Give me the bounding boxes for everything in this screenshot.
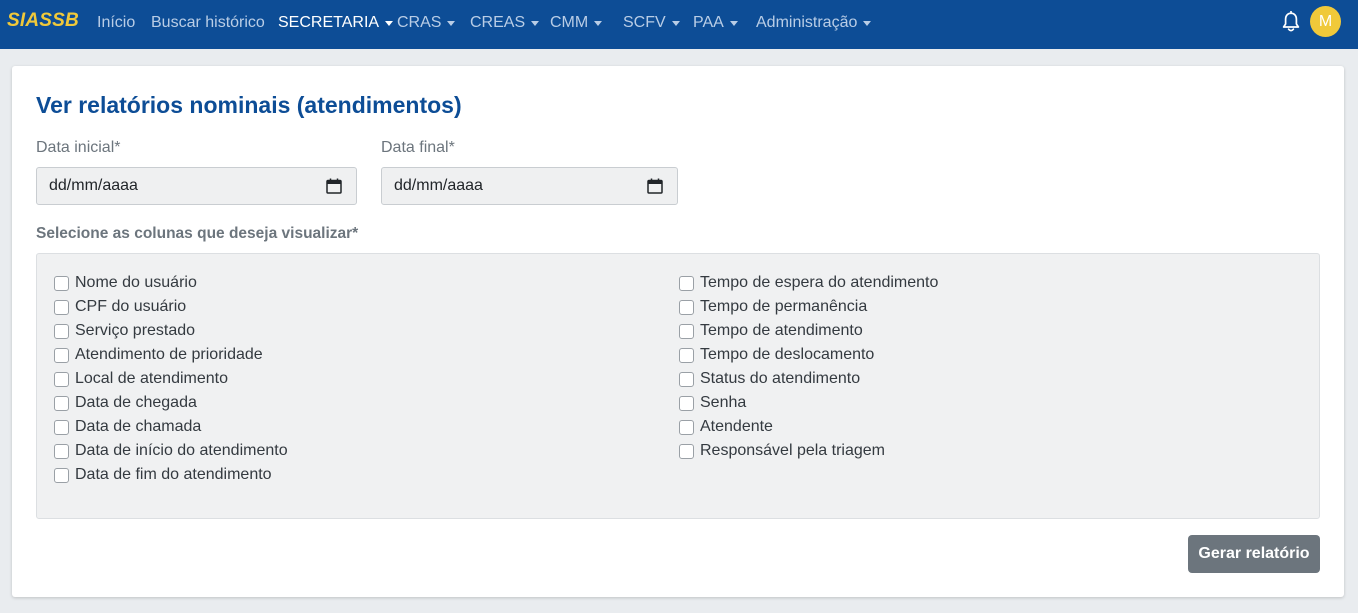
- bell-icon[interactable]: [1281, 11, 1301, 33]
- nav-item-label: CREAS: [470, 14, 526, 31]
- nav-item-scfv[interactable]: SCFV: [623, 12, 680, 34]
- checkbox-square[interactable]: [679, 371, 694, 387]
- checkbox-label: Tempo de espera do atendimento: [700, 274, 939, 291]
- nav-item-inicio[interactable]: Início: [97, 12, 135, 34]
- checkbox-atendente[interactable]: Atendente: [679, 417, 773, 437]
- nav-item-label: CRAS: [397, 14, 442, 31]
- checkbox-data-de-chegada[interactable]: Data de chegada: [54, 393, 197, 413]
- checkbox-label: Data de fim do atendimento: [75, 466, 272, 483]
- checkbox-tempo-de-espera-do-atendimento[interactable]: Tempo de espera do atendimento: [679, 273, 938, 293]
- start-date-placeholder: dd/mm/aaaa: [49, 177, 138, 194]
- start-date-input[interactable]: dd/mm/aaaa: [36, 167, 357, 205]
- page-title: Ver relatórios nominais (atendimentos): [36, 92, 462, 118]
- dropdown-caret-icon: [671, 21, 680, 26]
- checkbox-square[interactable]: [679, 419, 694, 435]
- checkbox-square[interactable]: [54, 371, 69, 387]
- checkbox-label: Data de início do atendimento: [75, 442, 288, 459]
- checkbox-square[interactable]: [679, 323, 694, 339]
- checkbox-data-de-inicio-do-atendimento[interactable]: Data de início do atendimento: [54, 441, 288, 461]
- checkbox-square[interactable]: [54, 347, 69, 363]
- checkbox-label: Status do atendimento: [700, 370, 861, 387]
- checkbox-square[interactable]: [54, 299, 69, 315]
- dropdown-caret-icon: [594, 21, 603, 26]
- checkbox-label: Local de atendimento: [75, 370, 228, 387]
- checkbox-square[interactable]: [54, 467, 69, 483]
- checkbox-label: Nome do usuário: [75, 274, 197, 291]
- end-date-input[interactable]: dd/mm/aaaa: [381, 167, 678, 205]
- nav-item-label: Início: [97, 14, 136, 31]
- avatar-initial: M: [1318, 12, 1333, 30]
- top-navbar: SIASSB Início Buscar histórico SECRETARI…: [0, 0, 1358, 49]
- checkbox-atendimento-de-prioridade[interactable]: Atendimento de prioridade: [54, 345, 263, 365]
- checkbox-nome-do-usuario[interactable]: Nome do usuário: [54, 273, 197, 293]
- dropdown-caret-icon: [729, 21, 738, 26]
- checkbox-label: Serviço prestado: [75, 322, 196, 339]
- end-date-placeholder: dd/mm/aaaa: [394, 177, 483, 194]
- checkbox-tempo-de-atendimento[interactable]: Tempo de atendimento: [679, 321, 863, 341]
- calendar-icon[interactable]: [647, 178, 663, 194]
- nav-item-cmm[interactable]: CMM: [550, 12, 603, 34]
- checkbox-label: Tempo de permanência: [700, 298, 868, 315]
- nav-item-paa[interactable]: PAA: [693, 12, 738, 34]
- checkbox-square[interactable]: [679, 395, 694, 411]
- nav-item-cras[interactable]: CRAS: [397, 12, 456, 34]
- checkbox-square[interactable]: [54, 395, 69, 411]
- checkbox-tempo-de-permanencia[interactable]: Tempo de permanência: [679, 297, 867, 317]
- checkbox-data-de-fim-do-atendimento[interactable]: Data de fim do atendimento: [54, 465, 272, 485]
- checkbox-label: CPF do usuário: [75, 298, 187, 315]
- nav-item-label: Administração: [756, 14, 858, 31]
- dropdown-caret-icon: [531, 21, 540, 26]
- checkbox-label: Atendente: [700, 418, 773, 435]
- checkbox-square[interactable]: [679, 443, 694, 459]
- nav-item-label: PAA: [693, 14, 724, 31]
- checkbox-label: Senha: [700, 394, 747, 411]
- dropdown-caret-icon: [863, 21, 872, 26]
- nav-item-buscar-historico[interactable]: Buscar histórico: [151, 12, 265, 34]
- checkbox-tempo-de-deslocamento[interactable]: Tempo de deslocamento: [679, 345, 874, 365]
- nav-item-label: SCFV: [623, 14, 666, 31]
- checkbox-servico-prestado[interactable]: Serviço prestado: [54, 321, 195, 341]
- checkbox-local-de-atendimento[interactable]: Local de atendimento: [54, 369, 228, 389]
- brand-logo[interactable]: SIASSB: [7, 10, 79, 32]
- report-card: Ver relatórios nominais (atendimentos) D…: [12, 66, 1344, 597]
- checkbox-square[interactable]: [679, 275, 694, 291]
- checkbox-square[interactable]: [54, 323, 69, 339]
- checkbox-square[interactable]: [679, 299, 694, 315]
- nav-item-label: Buscar histórico: [151, 14, 265, 31]
- checkbox-square[interactable]: [54, 419, 69, 435]
- nav-item-label: CMM: [550, 14, 589, 31]
- columns-checkbox-group: Nome do usuário CPF do usuário Serviço p…: [36, 253, 1320, 519]
- dropdown-caret-icon: [385, 21, 394, 26]
- user-avatar[interactable]: M: [1310, 6, 1341, 37]
- calendar-icon[interactable]: [326, 178, 342, 194]
- end-date-label: Data final*: [381, 139, 455, 156]
- checkbox-senha[interactable]: Senha: [679, 393, 746, 413]
- checkbox-data-de-chamada[interactable]: Data de chamada: [54, 417, 201, 437]
- generate-report-button[interactable]: Gerar relatório: [1188, 535, 1320, 573]
- checkbox-label: Responsável pela triagem: [700, 442, 885, 459]
- checkbox-label: Tempo de atendimento: [700, 322, 863, 339]
- checkbox-status-do-atendimento[interactable]: Status do atendimento: [679, 369, 860, 389]
- nav-item-administracao[interactable]: Administração: [756, 12, 872, 34]
- nav-item-label: SECRETARIA: [278, 14, 380, 31]
- checkbox-responsavel-pela-triagem[interactable]: Responsável pela triagem: [679, 441, 885, 461]
- checkbox-cpf-do-usuario[interactable]: CPF do usuário: [54, 297, 186, 317]
- dropdown-caret-icon: [447, 21, 456, 26]
- checkbox-label: Atendimento de prioridade: [75, 346, 263, 363]
- checkbox-label: Data de chegada: [75, 394, 197, 411]
- checkbox-square[interactable]: [54, 443, 69, 459]
- checkbox-label: Tempo de deslocamento: [700, 346, 875, 363]
- checkbox-square[interactable]: [54, 275, 69, 291]
- columns-section-label: Selecione as colunas que deseja visualiz…: [36, 225, 359, 242]
- nav-item-creas[interactable]: CREAS: [470, 12, 540, 34]
- checkbox-square[interactable]: [679, 347, 694, 363]
- start-date-label: Data inicial*: [36, 139, 121, 156]
- checkbox-label: Data de chamada: [75, 418, 202, 435]
- nav-item-secretaria[interactable]: SECRETARIA: [278, 12, 394, 34]
